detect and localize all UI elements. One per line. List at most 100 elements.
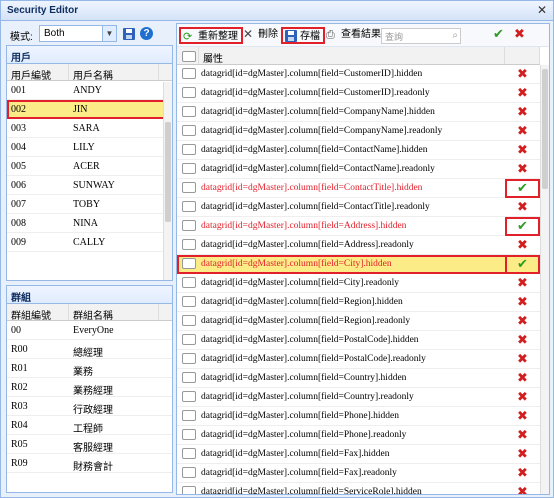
groups-row[interactable]: R03 行政經理 [7,397,172,416]
properties-scrollbar[interactable] [540,65,549,494]
row-checkbox[interactable] [182,428,196,440]
property-row[interactable]: datagrid[id=dgMaster].column[field=Conta… [177,141,540,160]
row-checkbox[interactable] [182,238,196,250]
property-row[interactable]: datagrid[id=dgMaster].column[field=Regio… [177,312,540,331]
cross-icon[interactable]: ✖ [517,200,528,215]
row-checkbox[interactable] [182,295,196,307]
property-value-cell[interactable]: ✖ [505,160,540,179]
property-value-cell[interactable]: ✖ [505,84,540,103]
property-row[interactable]: datagrid[id=dgMaster].column[field=Servi… [177,483,540,495]
groups-col-name[interactable]: 群組名稱 [69,304,159,322]
properties-scroll-thumb[interactable] [542,69,548,189]
property-row[interactable]: datagrid[id=dgMaster].column[field=Fax].… [177,464,540,483]
users-col-name[interactable]: 用戶名稱 [69,64,159,82]
cross-icon[interactable]: ✖ [517,390,528,405]
cross-icon[interactable]: ✖ [517,238,528,253]
properties-col-name[interactable]: 屬性 [199,47,505,65]
property-value-cell[interactable]: ✖ [505,141,540,160]
property-row[interactable]: datagrid[id=dgMaster].column[field=Compa… [177,122,540,141]
cross-icon[interactable]: ✖ [517,447,528,462]
row-checkbox[interactable] [182,105,196,117]
row-checkbox[interactable] [182,143,196,155]
users-row[interactable]: 009 CALLY [7,233,172,252]
property-value-cell[interactable]: ✖ [505,122,540,141]
confirm-icon[interactable]: ✔ [493,27,504,42]
row-checkbox[interactable] [182,200,196,212]
users-row[interactable]: 008 NINA [7,214,172,233]
check-icon[interactable]: ✔ [517,181,528,196]
groups-row[interactable]: R04 工程師 [7,416,172,435]
property-row[interactable]: datagrid[id=dgMaster].column[field=Fax].… [177,445,540,464]
users-row[interactable]: 001 ANDY [7,81,172,100]
row-checkbox[interactable] [182,162,196,174]
cross-icon[interactable]: ✖ [517,67,528,82]
cross-icon[interactable]: ✖ [517,295,528,310]
users-row[interactable]: 006 SUNWAY [7,176,172,195]
property-row[interactable]: datagrid[id=dgMaster].column[field=Custo… [177,65,540,84]
row-checkbox[interactable] [182,485,196,494]
groups-row[interactable]: R09 財務會計 [7,454,172,473]
row-checkbox[interactable] [182,447,196,459]
property-row[interactable]: datagrid[id=dgMaster].column[field=Addre… [177,216,540,236]
refresh-button[interactable]: ⟳ 重新整理 [179,27,243,44]
row-checkbox[interactable] [182,352,196,364]
property-value-cell[interactable]: ✖ [505,65,540,84]
property-row[interactable]: datagrid[id=dgMaster].column[field=Addre… [177,236,540,255]
cross-icon[interactable]: ✖ [517,105,528,120]
property-row[interactable]: datagrid[id=dgMaster].column[field=City]… [177,254,540,274]
groups-row[interactable]: 00 EveryOne [7,321,172,340]
users-row[interactable]: 007 TOBY [7,195,172,214]
property-row[interactable]: datagrid[id=dgMaster].column[field=Count… [177,388,540,407]
row-checkbox[interactable] [182,390,196,402]
cross-icon[interactable]: ✖ [517,466,528,481]
cross-icon[interactable]: ✖ [517,124,528,139]
cross-icon[interactable]: ✖ [517,409,528,424]
property-row[interactable]: datagrid[id=dgMaster].column[field=Posta… [177,331,540,350]
property-value-cell[interactable]: ✖ [505,350,540,369]
users-row[interactable]: 005 ACER [7,157,172,176]
property-row[interactable]: datagrid[id=dgMaster].column[field=Conta… [177,198,540,217]
property-value-cell[interactable]: ✖ [505,198,540,217]
users-scrollbar[interactable] [163,82,172,280]
property-row[interactable]: datagrid[id=dgMaster].column[field=Phone… [177,426,540,445]
search-input[interactable]: 查詢 ⌕ [381,28,461,44]
property-value-cell[interactable]: ✖ [505,388,540,407]
row-checkbox[interactable] [182,219,196,231]
property-value-cell[interactable]: ✖ [505,369,540,388]
row-checkbox[interactable] [182,124,196,136]
property-value-cell[interactable]: ✖ [505,331,540,350]
property-row[interactable]: datagrid[id=dgMaster].column[field=City]… [177,274,540,293]
cross-icon[interactable]: ✖ [517,162,528,177]
property-value-cell[interactable]: ✔ [505,178,540,198]
property-value-cell[interactable]: ✔ [505,216,540,236]
groups-row[interactable]: R02 業務經理 [7,378,172,397]
save-icon[interactable] [123,28,135,40]
chevron-down-icon[interactable]: ▼ [102,26,116,41]
property-row[interactable]: datagrid[id=dgMaster].column[field=Compa… [177,103,540,122]
close-icon[interactable]: ✕ [537,3,547,17]
property-value-cell[interactable]: ✖ [505,407,540,426]
property-value-cell[interactable]: ✖ [505,483,540,495]
save-button[interactable]: 存檔 [281,27,325,44]
row-checkbox[interactable] [182,181,196,193]
cross-icon[interactable]: ✖ [517,352,528,367]
users-scroll-thumb[interactable] [165,122,171,222]
property-value-cell[interactable]: ✖ [505,426,540,445]
row-checkbox[interactable] [182,371,196,383]
property-row[interactable]: datagrid[id=dgMaster].column[field=Conta… [177,178,540,198]
cross-icon[interactable]: ✖ [517,371,528,386]
users-row[interactable]: 003 SARA [7,119,172,138]
row-checkbox[interactable] [182,333,196,345]
row-checkbox[interactable] [182,86,196,98]
groups-row[interactable]: R00 總經理 [7,340,172,359]
cross-icon[interactable]: ✖ [517,485,528,495]
row-checkbox[interactable] [182,276,196,288]
property-value-cell[interactable]: ✖ [505,445,540,464]
property-row[interactable]: datagrid[id=dgMaster].column[field=Regio… [177,293,540,312]
row-checkbox[interactable] [182,409,196,421]
groups-row[interactable]: R01 業務 [7,359,172,378]
property-row[interactable]: datagrid[id=dgMaster].column[field=Phone… [177,407,540,426]
cross-icon[interactable]: ✖ [517,86,528,101]
search-icon[interactable]: ⌕ [452,30,458,41]
check-icon[interactable]: ✔ [517,219,528,234]
